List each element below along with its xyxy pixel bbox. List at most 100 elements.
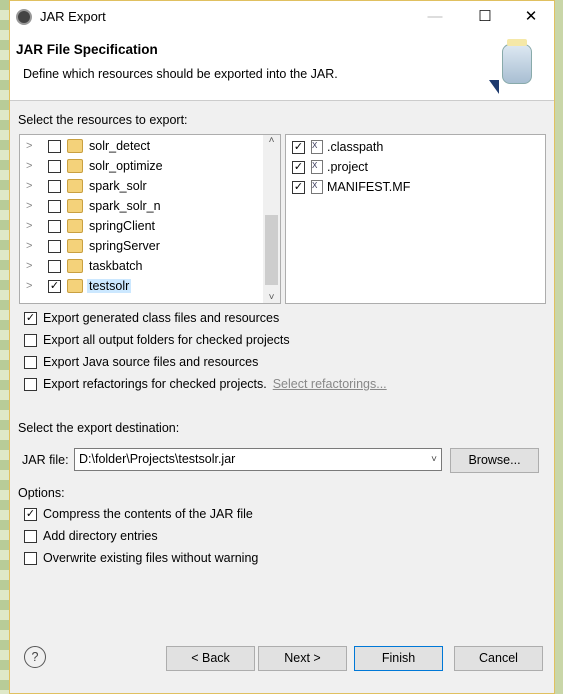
expand-chevron-icon[interactable]: > <box>26 260 38 272</box>
project-checkbox[interactable] <box>48 159 61 173</box>
project-folder-icon <box>67 159 83 173</box>
chevron-down-icon[interactable]: ˅ <box>431 449 437 470</box>
project-name: solr_detect <box>89 139 151 153</box>
project-name: solr_optimize <box>89 159 163 173</box>
project-item[interactable]: > springClient <box>20 216 280 236</box>
wizard-header: JAR File Specification Define which reso… <box>10 32 554 101</box>
file-name: MANIFEST.MF <box>327 180 411 194</box>
page-description: Define which resources should be exporte… <box>23 67 338 81</box>
option-label: Export Java source files and resources <box>43 355 259 369</box>
browse-button[interactable]: Browse... <box>450 448 539 473</box>
scroll-up-icon[interactable]: ˄ <box>263 135 280 146</box>
project-item[interactable]: > taskbatch <box>20 256 280 276</box>
jar-export-dialog: JAR Export — ☐ ✕ JAR File Specification … <box>9 0 555 694</box>
project-folder-icon <box>67 239 83 253</box>
next-button[interactable]: Next > <box>258 646 347 671</box>
scroll-thumb[interactable] <box>265 215 278 285</box>
expand-chevron-icon[interactable]: > <box>26 240 38 252</box>
project-item[interactable]: > solr_detect <box>20 136 280 156</box>
expand-chevron-icon[interactable]: > <box>26 180 38 192</box>
destination-label: Select the export destination: <box>18 421 180 435</box>
project-folder-icon <box>67 259 83 273</box>
option-label: Export generated class files and resourc… <box>43 311 280 325</box>
option-label: Export all output folders for checked pr… <box>43 333 290 347</box>
file-list[interactable]: ✓ X .classpath ✓ X .project ✓ X MANIFEST.MF <box>285 134 546 304</box>
file-item[interactable]: ✓ X MANIFEST.MF <box>286 177 545 197</box>
options-label: Options: <box>18 486 65 500</box>
option-checkbox[interactable] <box>24 355 37 369</box>
page-title: JAR File Specification <box>16 42 158 57</box>
project-checkbox[interactable] <box>48 139 61 153</box>
file-item[interactable]: ✓ X .project <box>286 157 545 177</box>
file-item[interactable]: ✓ X .classpath <box>286 137 545 157</box>
option-checkbox[interactable] <box>24 377 37 391</box>
option-label: Add directory entries <box>43 529 158 543</box>
close-button[interactable]: ✕ <box>508 1 554 32</box>
project-item[interactable]: > spark_solr_n <box>20 196 280 216</box>
project-item[interactable]: > solr_optimize <box>20 156 280 176</box>
project-folder-icon <box>67 179 83 193</box>
export-arrow-icon <box>489 80 499 94</box>
project-checkbox[interactable] <box>48 219 61 233</box>
option-label: Compress the contents of the JAR file <box>43 507 253 521</box>
jar-option[interactable]: Overwrite existing files without warning <box>24 551 258 565</box>
project-name: taskbatch <box>89 259 143 273</box>
jar-file-value: D:\folder\Projects\testsolr.jar <box>79 452 236 466</box>
export-option[interactable]: ✓ Export generated class files and resour… <box>24 311 279 325</box>
file-checkbox[interactable]: ✓ <box>292 180 305 194</box>
project-name: spark_solr_n <box>89 199 161 213</box>
minimize-button[interactable]: — <box>412 1 458 32</box>
background-window <box>0 0 9 694</box>
expand-chevron-icon[interactable]: > <box>26 140 38 152</box>
help-icon[interactable]: ? <box>24 646 46 668</box>
select-refactorings-link[interactable]: Select refactorings... <box>273 377 387 391</box>
jar-option[interactable]: Add directory entries <box>24 529 158 543</box>
file-name: .classpath <box>327 140 384 154</box>
file-icon: X <box>311 140 323 154</box>
resources-label: Select the resources to export: <box>18 113 188 127</box>
project-checkbox[interactable] <box>48 199 61 213</box>
project-checkbox[interactable] <box>48 239 61 253</box>
project-checkbox[interactable]: ✓ <box>48 279 61 293</box>
project-name: spark_solr <box>89 179 147 193</box>
option-checkbox[interactable]: ✓ <box>24 507 37 521</box>
export-option[interactable]: Export refactorings for checked projects… <box>24 377 387 391</box>
option-checkbox[interactable]: ✓ <box>24 311 37 325</box>
scrollbar[interactable]: ˄ ˅ <box>263 135 280 303</box>
eclipse-icon <box>16 8 32 25</box>
project-item[interactable]: > spark_solr <box>20 176 280 196</box>
option-checkbox[interactable] <box>24 333 37 347</box>
project-tree[interactable]: > solr_detect > solr_optimize > spark_solr > sp… <box>19 134 281 304</box>
project-checkbox[interactable] <box>48 259 61 273</box>
jar-option[interactable]: ✓ Compress the contents of the JAR file <box>24 507 253 521</box>
jar-file-label: JAR file: <box>22 453 69 467</box>
maximize-button[interactable]: ☐ <box>462 1 508 32</box>
file-checkbox[interactable]: ✓ <box>292 160 305 174</box>
cancel-button[interactable]: Cancel <box>454 646 543 671</box>
project-name: testsolr <box>87 279 132 293</box>
project-item[interactable]: > ✓ testsolr <box>20 276 280 296</box>
file-name: .project <box>327 160 368 174</box>
option-label: Export refactorings for checked projects… <box>43 377 267 391</box>
option-checkbox[interactable] <box>24 551 37 565</box>
export-option[interactable]: Export Java source files and resources <box>24 355 258 369</box>
project-name: springClient <box>89 219 156 233</box>
option-label: Overwrite existing files without warning <box>43 551 259 565</box>
project-item[interactable]: > springServer <box>20 236 280 256</box>
expand-chevron-icon[interactable]: > <box>26 280 38 292</box>
jar-file-combo[interactable]: D:\folder\Projects\testsolr.jar ˅ <box>74 448 442 471</box>
expand-chevron-icon[interactable]: > <box>26 220 38 232</box>
expand-chevron-icon[interactable]: > <box>26 200 38 212</box>
file-checkbox[interactable]: ✓ <box>292 140 305 154</box>
project-folder-icon <box>67 139 83 153</box>
back-button[interactable]: < Back <box>166 646 255 671</box>
export-option[interactable]: Export all output folders for checked pr… <box>24 333 290 347</box>
finish-button[interactable]: Finish <box>354 646 443 671</box>
project-name: springServer <box>89 239 160 253</box>
file-icon: X <box>311 180 323 194</box>
project-checkbox[interactable] <box>48 179 61 193</box>
option-checkbox[interactable] <box>24 529 37 543</box>
jar-icon <box>502 39 532 84</box>
scroll-down-icon[interactable]: ˅ <box>263 292 280 303</box>
expand-chevron-icon[interactable]: > <box>26 160 38 172</box>
